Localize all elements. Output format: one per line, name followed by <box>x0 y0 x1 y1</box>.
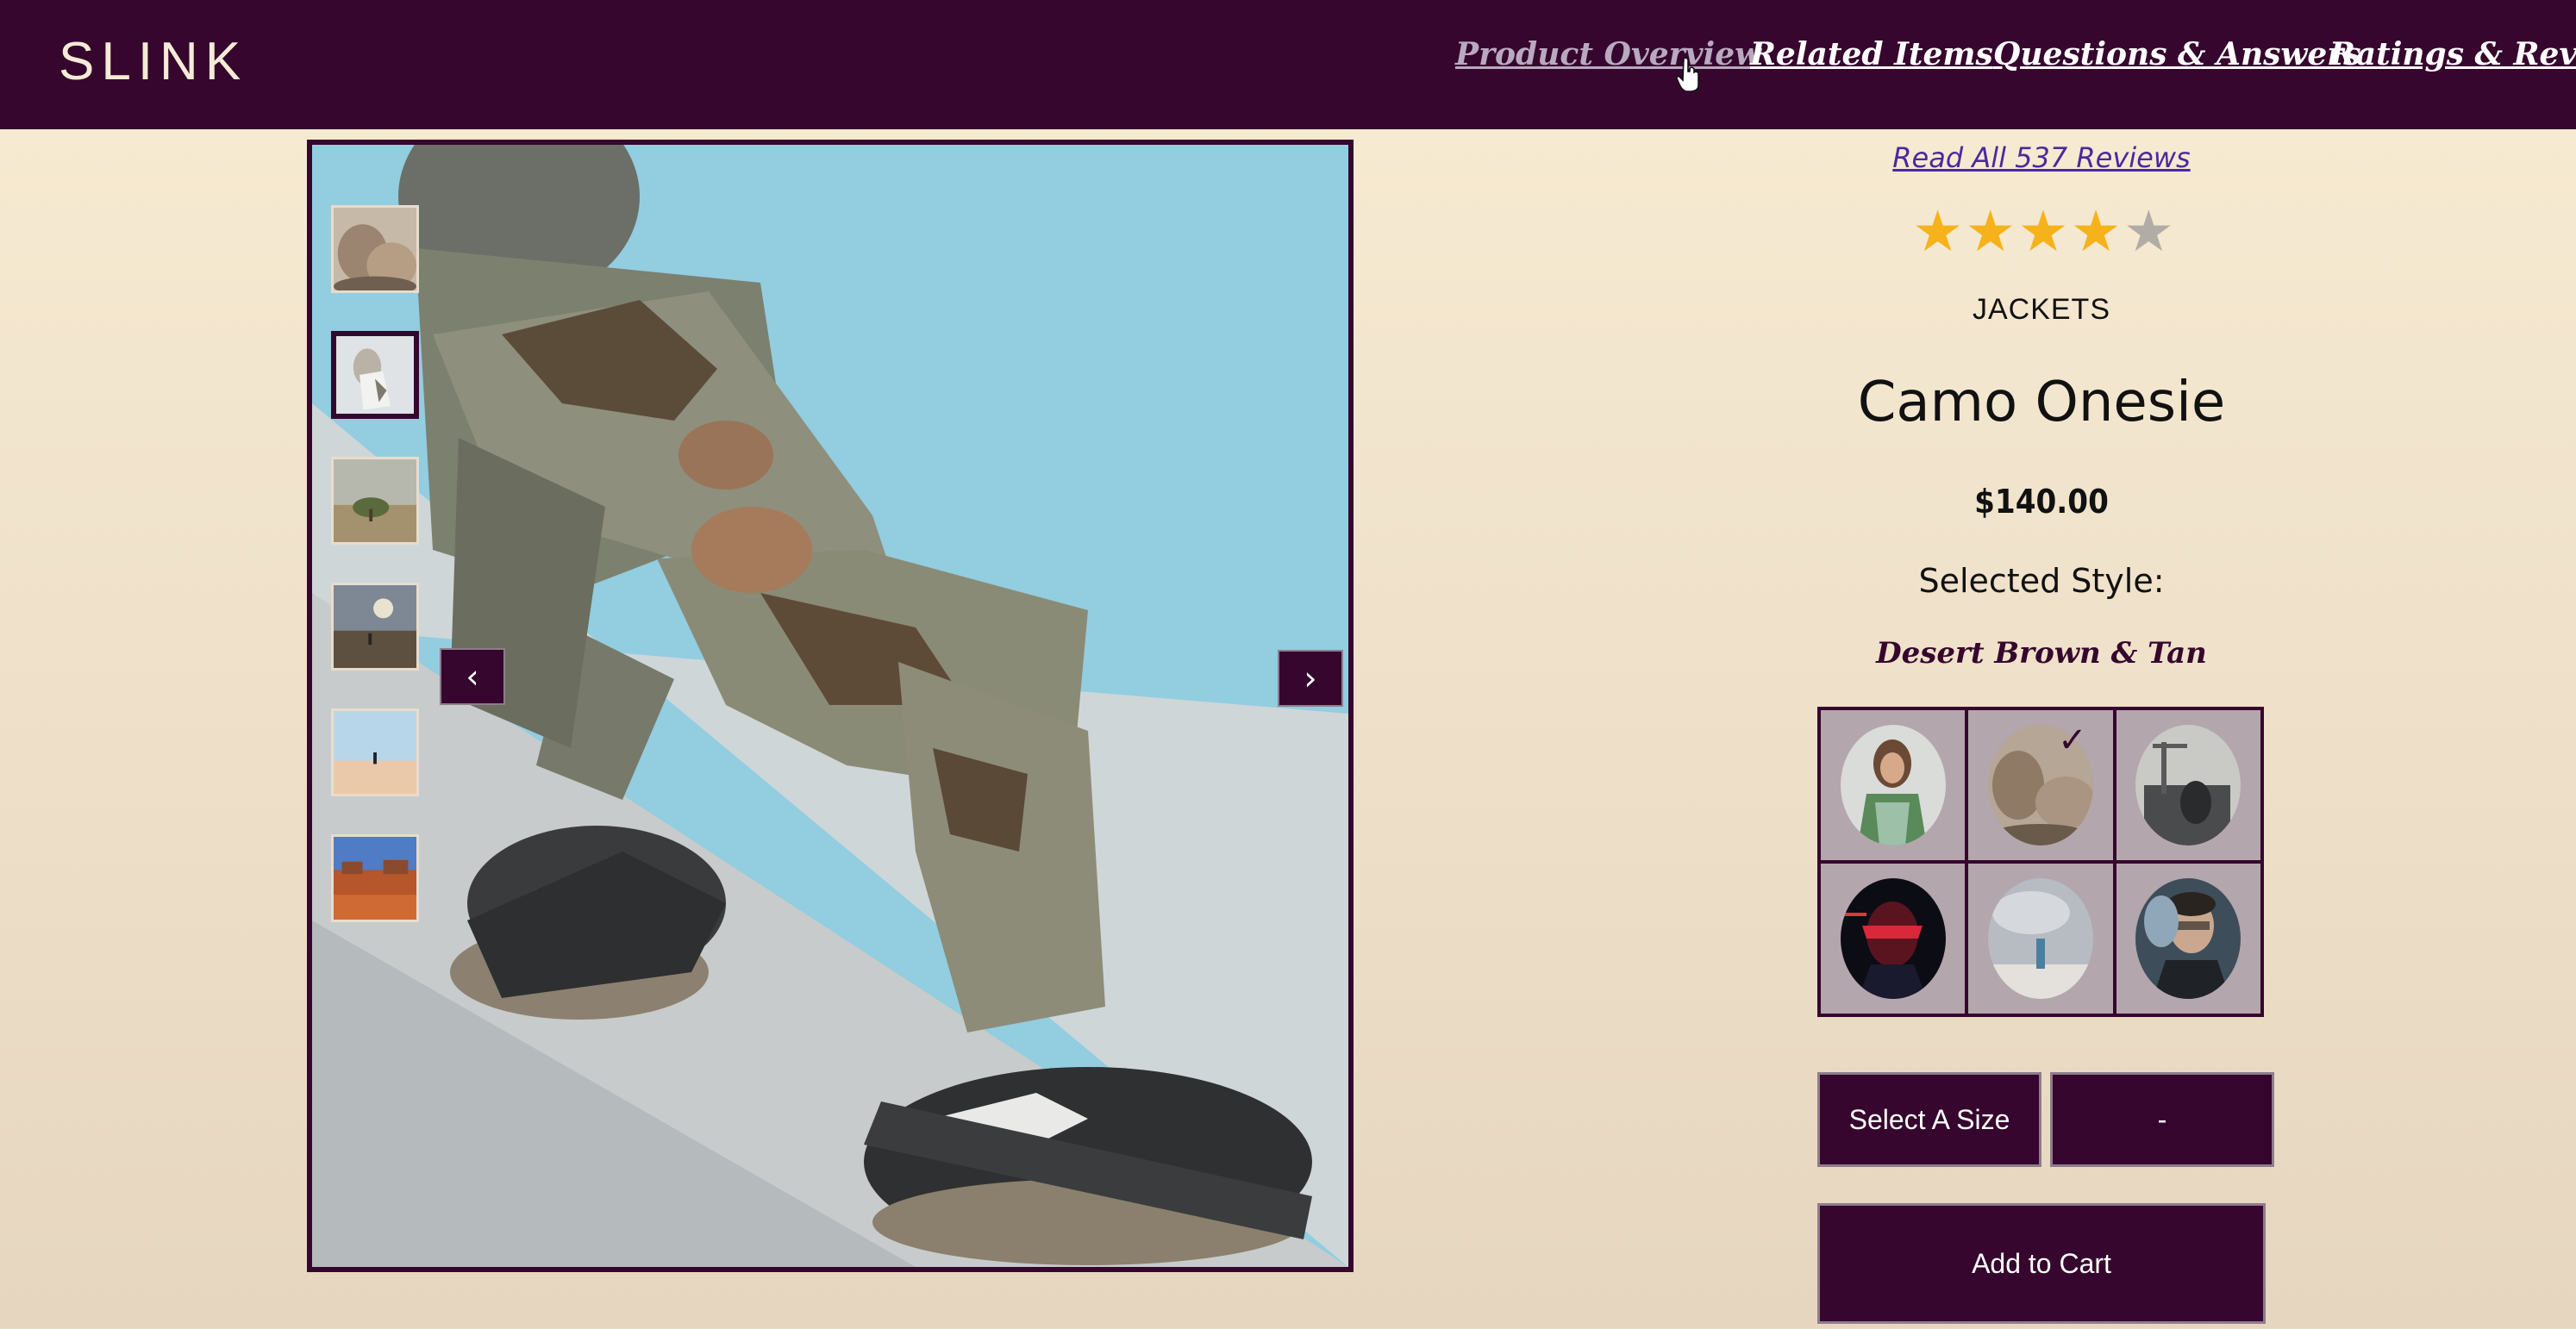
nav-product-overview[interactable]: Product Overview <box>1455 36 1761 72</box>
selected-style-label: Selected Style: <box>1918 562 2165 600</box>
hand-cursor-icon <box>1676 57 1699 91</box>
style-swatch[interactable] <box>2116 710 2260 860</box>
style-selector: ✓ <box>1817 707 2264 1017</box>
site-logo[interactable]: SLINK <box>59 31 247 92</box>
top-navigation-bar: SLINK Product Overview Related Items Que… <box>0 0 2576 129</box>
next-image-button[interactable]: › <box>1278 650 1343 707</box>
star-filled-icon: ★ <box>1912 198 1964 265</box>
gallery-thumbnail-selected[interactable] <box>331 331 419 419</box>
size-select[interactable]: Select A Size <box>1817 1072 2041 1167</box>
add-to-cart-button[interactable]: Add to Cart <box>1817 1203 2266 1324</box>
star-empty-icon: ★ <box>2123 198 2174 265</box>
nav-questions-answers[interactable]: Questions & Answers <box>1993 36 2361 72</box>
style-swatch[interactable] <box>1821 710 1966 860</box>
gallery-thumbnail[interactable] <box>331 834 419 922</box>
product-category: JACKETS <box>1972 293 2111 326</box>
nav-ratings-reviews[interactable]: Ratings & Reviews <box>2329 36 2576 72</box>
product-name: Camo Onesie <box>1857 371 2226 434</box>
style-swatch[interactable] <box>2116 864 2260 1014</box>
product-price: $140.00 <box>1974 483 2109 521</box>
style-swatch[interactable] <box>1821 864 1966 1014</box>
style-swatch[interactable] <box>1968 864 2113 1014</box>
product-image-gallery: ‹ › <box>307 140 1354 1272</box>
star-rating: ★ ★ ★ ★ ★ <box>1912 203 2174 260</box>
prev-image-button[interactable]: ‹ <box>440 648 505 705</box>
selected-style-name: Desert Brown & Tan <box>1876 636 2207 671</box>
gallery-thumbnail[interactable] <box>331 708 419 796</box>
nav-related-items[interactable]: Related Items <box>1750 36 1993 72</box>
star-filled-icon: ★ <box>2017 198 2069 265</box>
star-filled-icon: ★ <box>2070 198 2122 265</box>
style-swatch-selected[interactable]: ✓ <box>1968 710 2113 860</box>
star-filled-icon: ★ <box>1965 198 2016 265</box>
chevron-right-icon: › <box>1304 659 1317 697</box>
gallery-thumbnail[interactable] <box>331 583 419 671</box>
quantity-select[interactable]: - <box>2050 1072 2274 1167</box>
main-product-image <box>312 145 1348 1267</box>
read-all-reviews-link[interactable]: Read All 537 Reviews <box>1724 141 2359 174</box>
checkmark-icon: ✓ <box>2058 721 2087 760</box>
gallery-thumbnail[interactable] <box>331 205 419 293</box>
chevron-left-icon: ‹ <box>466 658 479 696</box>
gallery-thumbnail[interactable] <box>331 457 419 545</box>
